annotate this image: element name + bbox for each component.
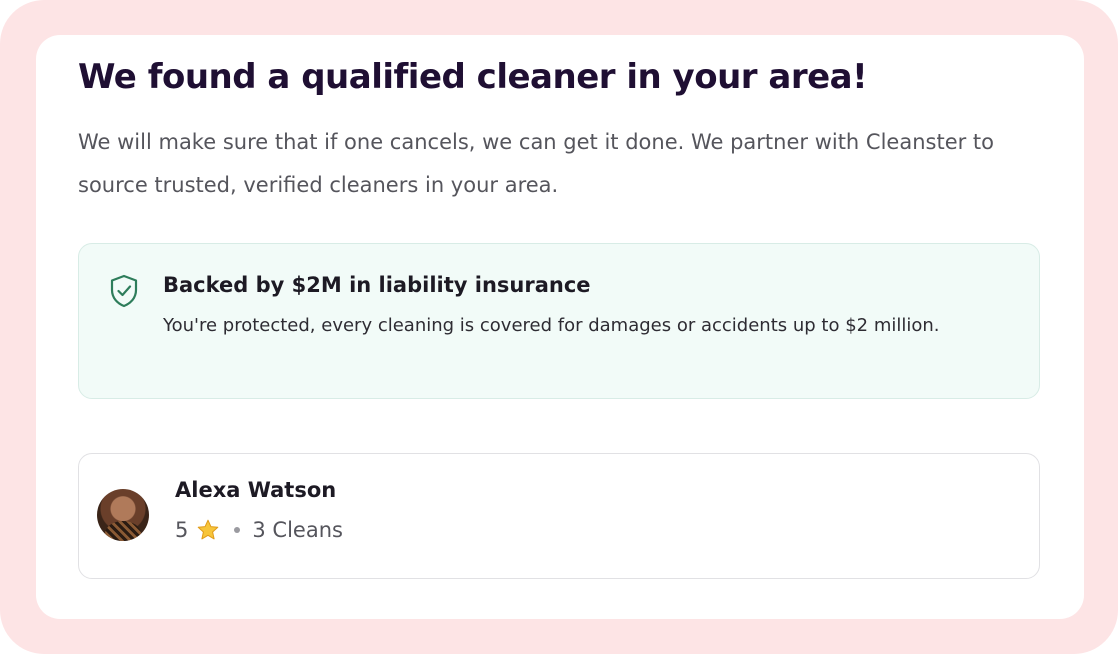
page-title: We found a qualified cleaner in your are… (78, 57, 868, 97)
cleaner-card[interactable]: Alexa Watson 5 3 Cleans (78, 453, 1040, 579)
cleaner-meta: 5 3 Cleans (175, 518, 343, 542)
separator-dot (234, 527, 241, 533)
shield-check-icon (110, 274, 138, 308)
outer-frame: We found a qualified cleaner in your are… (0, 0, 1118, 654)
insurance-banner: Backed by $2M in liability insurance You… (78, 243, 1040, 399)
avatar (97, 489, 149, 541)
page-subtitle: We will make sure that if one cancels, w… (78, 130, 995, 197)
insurance-description: You're protected, every cleaning is cove… (163, 315, 940, 336)
cleaner-rating: 5 (175, 518, 189, 542)
cleaner-cleans-count: 3 Cleans (252, 518, 343, 542)
star-icon (198, 519, 219, 540)
insurance-title: Backed by $2M in liability insurance (163, 273, 591, 297)
cleaner-name: Alexa Watson (175, 478, 337, 502)
main-card: We found a qualified cleaner in your are… (36, 35, 1084, 619)
